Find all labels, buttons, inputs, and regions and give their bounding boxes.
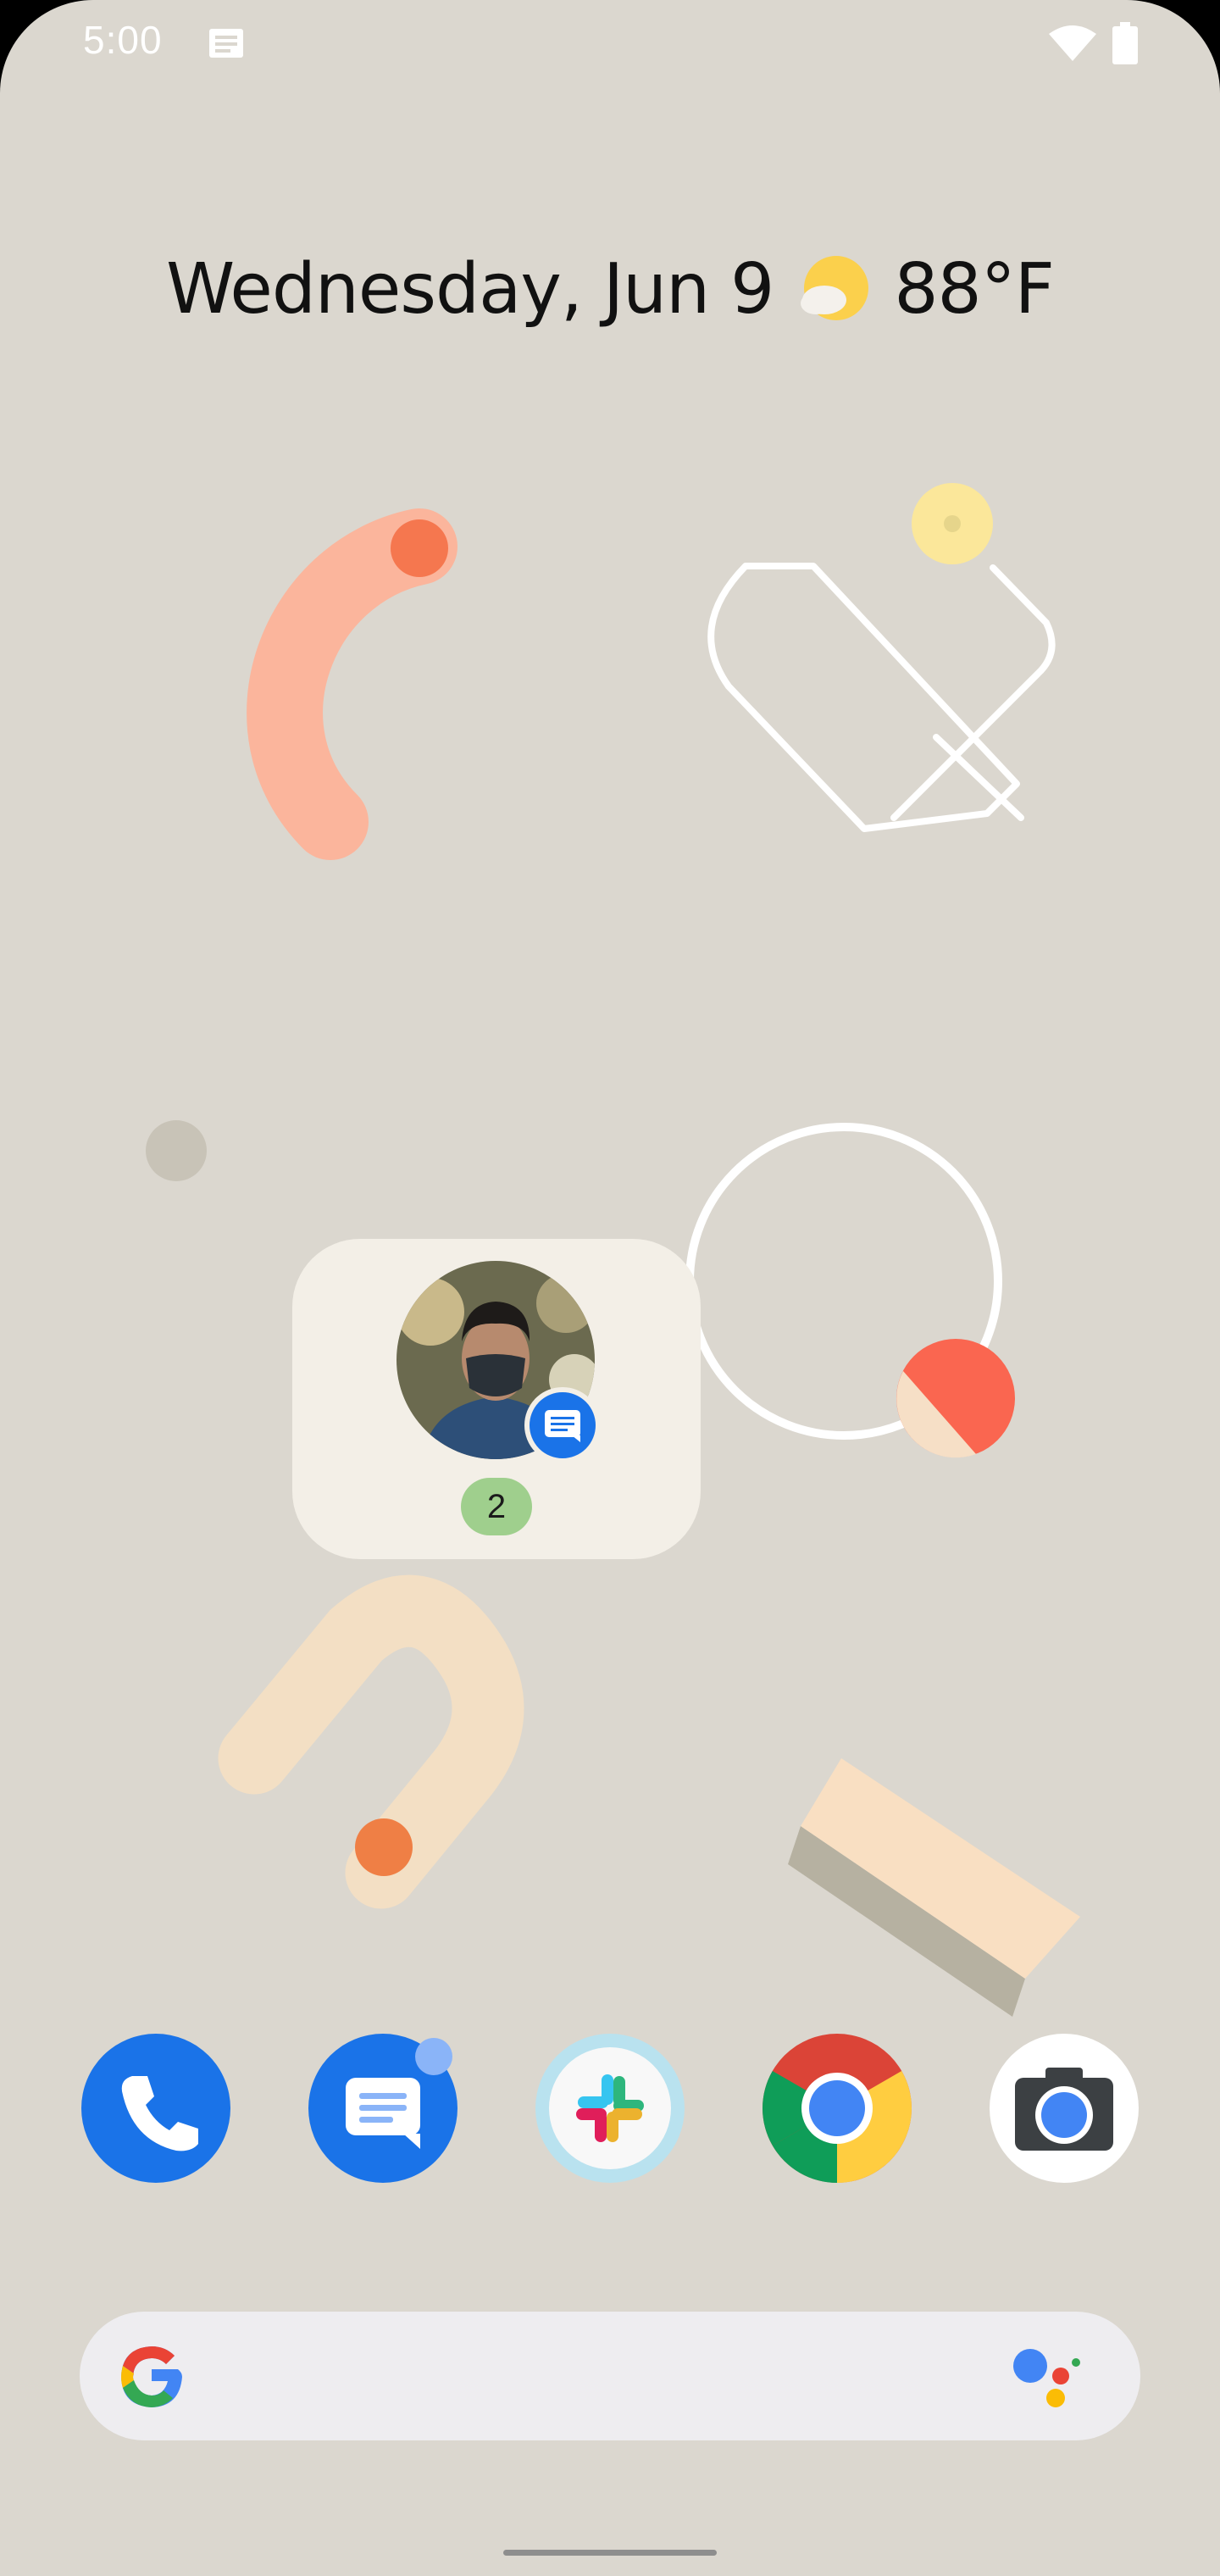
notification-dot xyxy=(415,2038,452,2075)
phone-app-icon[interactable] xyxy=(81,2034,230,2183)
battery-icon xyxy=(1112,22,1138,64)
at-a-glance-widget[interactable]: Wednesday, Jun 9 88°F xyxy=(0,242,1220,336)
glance-date[interactable]: Wednesday, Jun 9 xyxy=(166,249,774,330)
camera-icon xyxy=(1015,2068,1113,2151)
search-bar[interactable] xyxy=(80,2312,1140,2440)
wifi-icon xyxy=(1049,25,1096,61)
chrome-icon xyxy=(762,2034,912,2183)
google-g-icon[interactable] xyxy=(115,2340,188,2413)
camera-app-icon[interactable] xyxy=(990,2034,1139,2183)
messages-icon xyxy=(524,1387,601,1463)
navigation-handle[interactable] xyxy=(503,2550,717,2556)
partly-cloudy-icon[interactable] xyxy=(797,253,870,325)
google-assistant-icon[interactable] xyxy=(1012,2344,1088,2412)
glance-temperature[interactable]: 88°F xyxy=(894,249,1055,330)
unread-count-badge: 2 xyxy=(461,1478,532,1535)
phone-icon xyxy=(121,2076,198,2151)
slack-app-icon[interactable] xyxy=(535,2034,685,2183)
status-time: 5:00 xyxy=(83,18,163,62)
home-screen: 5:00 Wednesday, Jun 9 88°F 2 xyxy=(0,0,1220,2576)
chrome-app-icon[interactable] xyxy=(762,2034,912,2183)
conversation-widget[interactable]: 2 xyxy=(292,1239,701,1559)
slack-icon xyxy=(549,2047,671,2169)
messages-notification-icon xyxy=(209,29,243,58)
